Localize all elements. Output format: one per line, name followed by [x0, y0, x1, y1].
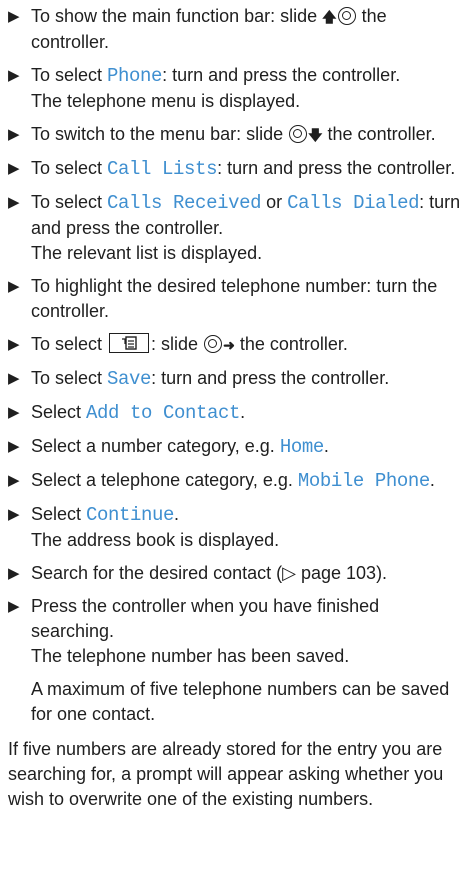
bullet-icon: ▶: [8, 67, 20, 84]
step-result: The telephone number has been saved.: [31, 646, 350, 666]
ui-term: Save: [107, 368, 152, 390]
step-text: : turn and press the controller.: [151, 368, 390, 388]
step-select-call-lists: ▶ To select Call Lists: turn and press t…: [8, 156, 463, 182]
step-show-function-bar: ▶ To show the main function bar: slide 🡅…: [8, 4, 463, 55]
step-text: ).: [376, 563, 388, 583]
step-result: The address book is displayed.: [31, 530, 280, 550]
arrow-up-icon: 🡅: [322, 9, 337, 25]
step-select-calls-received-dialed: ▶ To select Calls Received or Calls Dial…: [8, 190, 463, 266]
step-result: The relevant list is displayed.: [31, 243, 263, 263]
step-text: To select: [31, 158, 108, 178]
ui-term: Mobile Phone: [297, 470, 430, 492]
step-text: To select: [31, 334, 108, 354]
step-note: A maximum of five telephone numbers can …: [31, 679, 450, 724]
step-text: Select: [31, 402, 87, 422]
step-text: Search for the desired contact (: [31, 563, 283, 583]
step-telephone-category: ▶ Select a telephone category, e.g. Mobi…: [8, 468, 463, 494]
step-text: To switch to the menu bar: slide: [31, 124, 289, 144]
bullet-icon: ▶: [8, 126, 20, 143]
arrow-right-icon: ➜: [223, 337, 235, 353]
step-text: To highlight the desired telephone numbe…: [31, 276, 438, 321]
bullet-icon: ▶: [8, 194, 20, 211]
step-text: Select a number category, e.g.: [31, 436, 280, 456]
menu-symbol-icon: [109, 333, 150, 353]
closing-paragraph: If five numbers are already stored for t…: [8, 739, 444, 809]
step-text: : slide: [151, 334, 204, 354]
arrow-down-icon: 🡇: [308, 127, 323, 143]
bullet-icon: ▶: [8, 160, 20, 177]
step-text: .: [429, 470, 435, 490]
ui-term: Calls Received: [107, 192, 262, 214]
step-add-to-contact: ▶ Select Add to Contact.: [8, 400, 463, 426]
step-number-category: ▶ Select a number category, e.g. Home.: [8, 434, 463, 460]
step-text: .: [240, 402, 246, 422]
controller-icon: [289, 125, 308, 143]
ui-term: Calls Dialed: [287, 192, 420, 214]
step-text: .: [323, 436, 329, 456]
step-switch-menu-bar: ▶ To switch to the menu bar: slide 🡇 the…: [8, 122, 463, 148]
bullet-icon: ▶: [8, 598, 20, 615]
step-text: the controller.: [322, 124, 436, 144]
step-text: Press the controller when you have finis…: [31, 596, 380, 641]
step-search-contact: ▶ Search for the desired contact (▷ page…: [8, 561, 463, 586]
step-press-controller: ▶ Press the controller when you have fin…: [8, 594, 463, 727]
instruction-page: ▶ To show the main function bar: slide 🡅…: [0, 0, 471, 812]
step-text: the controller.: [234, 334, 348, 354]
step-text: To show the main function bar: slide: [31, 6, 323, 26]
step-select-save: ▶ To select Save: turn and press the con…: [8, 366, 463, 392]
bullet-icon: ▶: [8, 404, 20, 421]
step-text: To select: [31, 368, 108, 388]
controller-icon: [204, 335, 223, 353]
step-text: .: [174, 504, 180, 524]
ui-term: Home: [279, 436, 324, 458]
bullet-icon: ▶: [8, 506, 20, 523]
page-reference-link[interactable]: ▷ page 103: [282, 563, 376, 583]
step-text: Select a telephone category, e.g.: [31, 470, 298, 490]
bullet-icon: ▶: [8, 438, 20, 455]
bullet-icon: ▶: [8, 336, 20, 353]
bullet-icon: ▶: [8, 278, 20, 295]
step-select-continue: ▶ Select Continue. The address book is d…: [8, 502, 463, 553]
bullet-icon: ▶: [8, 472, 20, 489]
step-select-phone: ▶ To select Phone: turn and press the co…: [8, 63, 463, 114]
step-text: : turn and press the controller.: [217, 158, 456, 178]
step-text: To select: [31, 192, 108, 212]
ui-term: Call Lists: [107, 158, 218, 180]
ui-term: Add to Contact: [86, 402, 241, 424]
step-text: To select: [31, 65, 108, 85]
ui-term: Phone: [107, 65, 163, 87]
step-text: : turn and press the controller.: [162, 65, 401, 85]
bullet-icon: ▶: [8, 8, 20, 25]
ui-term: Continue: [86, 504, 175, 526]
step-select-menu-symbol: ▶ To select : slide ➜ the controller.: [8, 332, 463, 358]
step-text: or: [261, 192, 288, 212]
bullet-icon: ▶: [8, 370, 20, 387]
controller-icon: [337, 7, 356, 25]
bullet-icon: ▶: [8, 565, 20, 582]
step-result: The telephone menu is displayed.: [31, 91, 301, 111]
step-text: Select: [31, 504, 87, 524]
step-highlight-number: ▶ To highlight the desired telephone num…: [8, 274, 463, 324]
